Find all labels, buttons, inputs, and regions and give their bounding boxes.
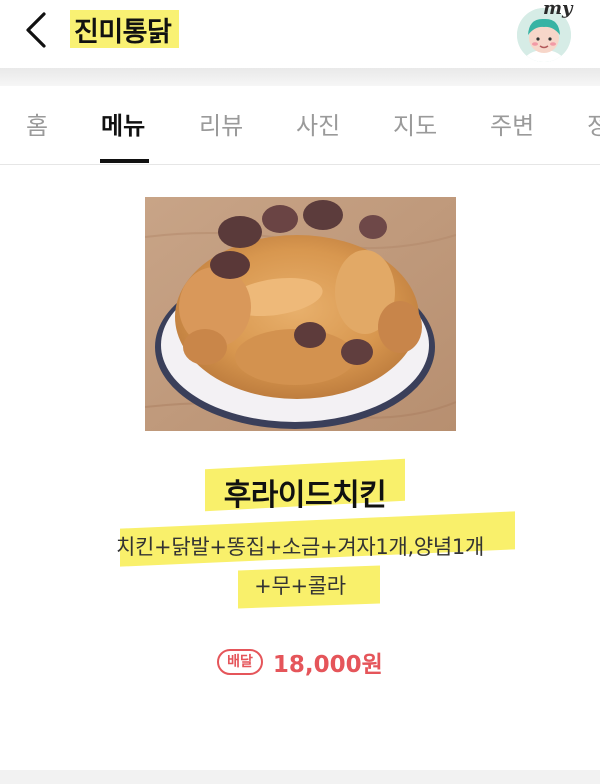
header-divider bbox=[0, 68, 600, 86]
page-title: 진미통닭 bbox=[70, 10, 180, 48]
menu-description-line-1: 치킨+닭발+똥집+소금+겨자1개,양념1개 bbox=[116, 535, 484, 559]
active-tab-indicator bbox=[100, 159, 149, 163]
fried-chicken-image bbox=[145, 197, 456, 431]
store-name: 진미통닭 bbox=[74, 16, 172, 48]
my-profile-button[interactable]: my bbox=[513, 0, 577, 64]
back-button[interactable] bbox=[16, 8, 56, 52]
section-divider bbox=[0, 770, 600, 784]
menu-name: 후라이드치킨 bbox=[223, 478, 387, 513]
menu-price: 18,000원 bbox=[272, 652, 383, 678]
tab-info[interactable]: 정 bbox=[587, 106, 600, 141]
tab-nearby[interactable]: 주변 bbox=[490, 106, 534, 141]
menu-page: 진미통닭 my 홈 메뉴 리뷰 사진 지도 주변 후라이드치킨 치킨+닭발+똥집… bbox=[0, 0, 600, 784]
my-label: my bbox=[543, 0, 573, 19]
tab-photos[interactable]: 사진 bbox=[296, 106, 340, 141]
tab-reviews[interactable]: 리뷰 bbox=[199, 106, 243, 141]
menu-title: 후라이드치킨 bbox=[200, 458, 410, 514]
chevron-left-icon bbox=[26, 12, 46, 48]
top-bar: 진미통닭 my bbox=[0, 0, 600, 68]
menu-description-line-2: +무+콜라 bbox=[254, 574, 346, 598]
tab-map[interactable]: 지도 bbox=[393, 106, 437, 141]
delivery-badge: 배달 bbox=[217, 649, 263, 675]
menu-photo[interactable] bbox=[145, 197, 456, 431]
price-row: 배달 18,000원 bbox=[0, 646, 600, 678]
tab-home[interactable]: 홈 bbox=[26, 106, 48, 141]
tab-bar: 홈 메뉴 리뷰 사진 지도 주변 정 bbox=[0, 86, 600, 165]
tab-menu[interactable]: 메뉴 bbox=[101, 106, 145, 141]
